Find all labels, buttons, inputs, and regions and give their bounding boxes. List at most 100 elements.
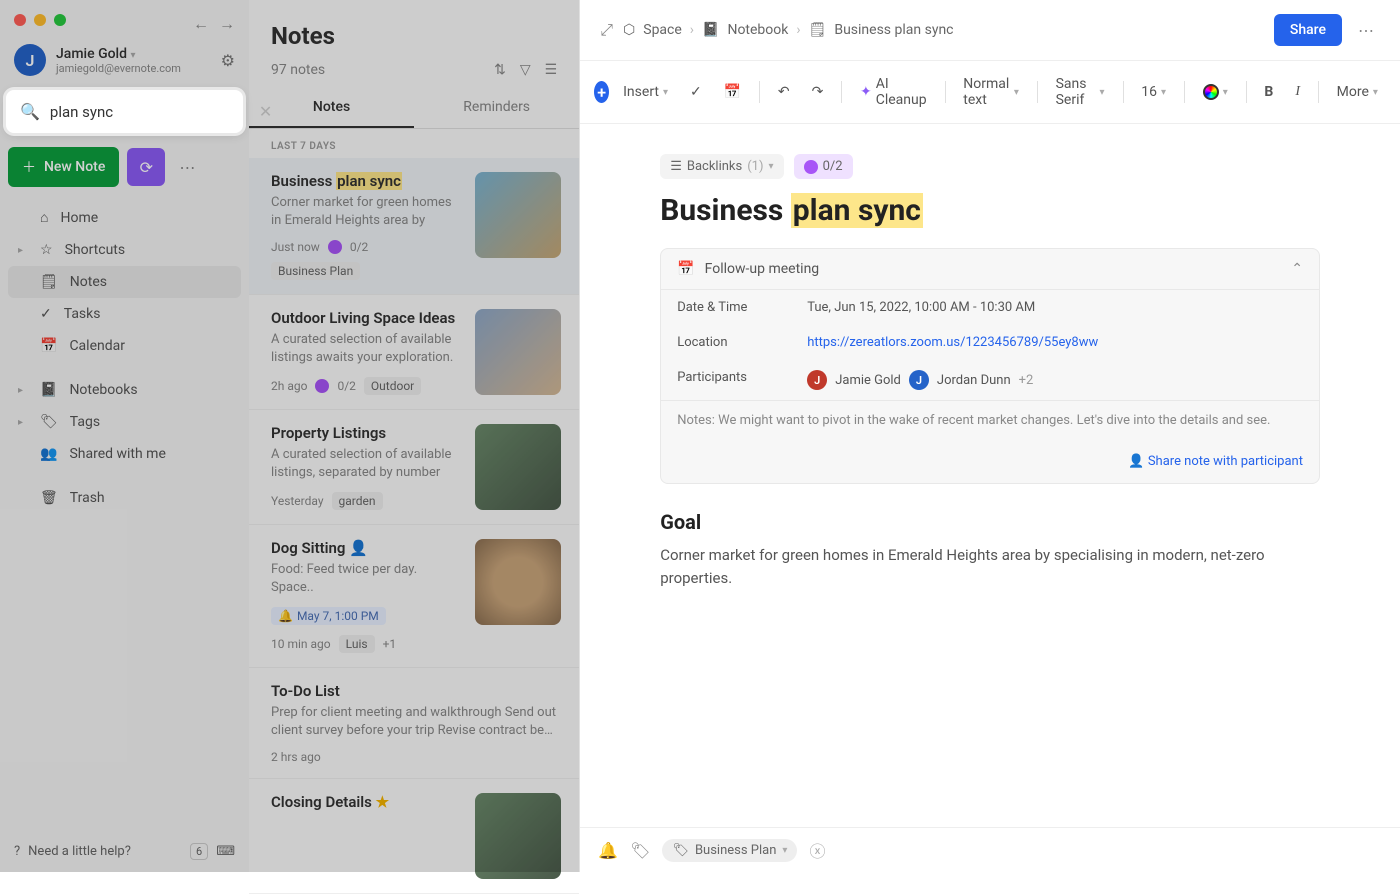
nav-tags[interactable]: ▸🏷Tags xyxy=(8,406,241,438)
note-thumbnail xyxy=(475,309,561,395)
bell-icon: 🔔 xyxy=(278,609,293,623)
maximize-window[interactable] xyxy=(54,14,66,26)
note-item[interactable]: Property Listings A curated selection of… xyxy=(249,410,579,525)
chevron-up-icon[interactable]: ⌃ xyxy=(1291,261,1303,277)
note-tag[interactable]: garden xyxy=(332,492,383,510)
sidebar: ← → J Jamie Gold ▾ jamiegold@evernote.co… xyxy=(0,0,249,872)
backlinks-pill[interactable]: ☰Backlinks(1)▾ xyxy=(660,154,783,179)
share-button[interactable]: Share xyxy=(1274,14,1342,46)
note-preview: Corner market for green homes in Emerald… xyxy=(271,194,461,230)
text-color-button[interactable]: ▾ xyxy=(1195,79,1236,105)
note-item[interactable]: Dog Sitting 👤 Food: Feed twice per day. … xyxy=(249,525,579,668)
tab-reminders[interactable]: Reminders xyxy=(414,88,579,128)
nav-shortcuts[interactable]: ▸☆Shortcuts xyxy=(8,234,241,266)
insert-plus-icon[interactable]: + xyxy=(594,81,609,103)
nav-trash[interactable]: 🗑Trash xyxy=(8,482,241,514)
note-item[interactable]: Closing Details ★ xyxy=(249,779,579,894)
participant-name: Jordan Dunn xyxy=(937,373,1011,388)
bold-button[interactable]: B xyxy=(1256,79,1281,105)
note-tag[interactable]: Business Plan xyxy=(271,262,360,280)
chevron-right-icon[interactable]: ▸ xyxy=(18,417,28,428)
undo-icon[interactable]: ↶ xyxy=(770,79,798,105)
chevron-right-icon[interactable]: ▸ xyxy=(18,385,28,396)
account-row[interactable]: J Jamie Gold ▾ jamiegold@evernote.com ⚙ xyxy=(0,34,249,86)
note-item[interactable]: Outdoor Living Space Ideas A curated sel… xyxy=(249,295,579,410)
note-item[interactable]: Business plan sync Corner market for gre… xyxy=(249,158,579,295)
note-icon: 🗒 xyxy=(40,274,58,290)
clear-search-icon[interactable]: ✕ xyxy=(259,102,272,121)
more-icon[interactable]: ⋯ xyxy=(1352,21,1380,40)
tab-notes[interactable]: Notes xyxy=(249,88,414,128)
more-icon[interactable]: ⋯ xyxy=(173,152,201,183)
link-icon: ☰ xyxy=(670,159,682,174)
nav-calendar[interactable]: 📅Calendar xyxy=(8,330,241,362)
meeting-location-link[interactable]: https://zereatlors.zoom.us/1223456789/55… xyxy=(807,335,1098,350)
font-select[interactable]: Sans Serif▾ xyxy=(1048,71,1113,113)
insert-button[interactable]: Insert▾ xyxy=(615,79,676,105)
minimize-window[interactable] xyxy=(34,14,46,26)
note-title: Outdoor Living Space Ideas xyxy=(271,309,461,327)
italic-button[interactable]: I xyxy=(1287,79,1308,105)
crumb-notebook[interactable]: Notebook xyxy=(727,22,788,38)
shared-icon: 👤 xyxy=(349,539,368,557)
calendar-icon[interactable]: 📅 xyxy=(716,79,749,105)
remove-tag-icon[interactable]: ⓧ xyxy=(809,838,825,862)
redo-icon[interactable]: ↷ xyxy=(804,79,832,105)
crumb-note[interactable]: Business plan sync xyxy=(834,22,953,38)
reminder-badge[interactable]: 🔔May 7, 1:00 PM xyxy=(271,607,386,625)
nav-tasks[interactable]: ✓Tasks xyxy=(8,298,241,330)
nav-notes[interactable]: 🗒Notes xyxy=(8,266,241,298)
sort-icon[interactable]: ⇅ xyxy=(494,62,506,78)
note-plus-icon: ＋ xyxy=(22,157,36,177)
meeting-header[interactable]: 📅 Follow-up meeting ⌃ xyxy=(661,249,1319,290)
nav-shared[interactable]: 👥Shared with me xyxy=(8,438,241,470)
sparkle-icon: ✦ xyxy=(860,84,872,100)
search-input[interactable] xyxy=(50,103,249,121)
help-bar[interactable]: ? Need a little help? 6 ⌨ xyxy=(0,831,249,872)
filter-icon[interactable]: ▽ xyxy=(520,62,531,78)
note-thumbnail xyxy=(475,539,561,625)
task-icon[interactable]: ✓ xyxy=(682,79,710,105)
chevron-right-icon[interactable]: ▸ xyxy=(18,245,28,256)
meeting-datetime-label: Date & Time xyxy=(677,300,807,315)
participant-avatar: J xyxy=(807,370,827,390)
more-formatting-button[interactable]: More▾ xyxy=(1329,79,1386,105)
nav-forward-icon[interactable]: → xyxy=(219,14,235,34)
font-size-select[interactable]: 16▾ xyxy=(1133,79,1174,105)
participants-more[interactable]: +2 xyxy=(1019,373,1034,388)
nav-home[interactable]: ⌂Home xyxy=(8,201,241,234)
reminder-icon[interactable]: 🔔 xyxy=(598,841,618,860)
space-icon: ⬡ xyxy=(623,22,635,38)
share-with-participant-link[interactable]: 👤 Share note with participant xyxy=(1128,454,1303,469)
note-item[interactable]: To-Do List Prep for client meeting and w… xyxy=(249,668,579,779)
keyboard-icon[interactable]: ⌨ xyxy=(216,844,235,859)
document-title[interactable]: Business plan sync xyxy=(660,193,1320,228)
section-heading[interactable]: Goal xyxy=(660,510,1320,534)
note-title: To-Do List xyxy=(271,682,561,700)
text-style-select[interactable]: Normal text▾ xyxy=(955,71,1027,113)
meeting-notes: Notes: We might want to pivot in the wak… xyxy=(661,400,1319,440)
ai-button[interactable]: ⟳ xyxy=(127,148,165,186)
meeting-card: 📅 Follow-up meeting ⌃ Date & TimeTue, Ju… xyxy=(660,248,1320,484)
close-window[interactable] xyxy=(14,14,26,26)
progress-pill[interactable]: 0/2 xyxy=(794,154,853,179)
editor-panel: ⤢ ⬡Space› 📓Notebook› 🗒Business plan sync… xyxy=(580,0,1400,872)
notebook-icon: 📓 xyxy=(40,382,57,398)
note-thumbnail xyxy=(475,172,561,258)
gear-icon[interactable]: ⚙ xyxy=(221,51,235,70)
nav-back-icon[interactable]: ← xyxy=(193,14,209,34)
nav-notebooks[interactable]: ▸📓Notebooks xyxy=(8,374,241,406)
expand-icon[interactable]: ⤢ xyxy=(600,20,613,40)
ai-cleanup-button[interactable]: ✦AI Cleanup xyxy=(852,71,935,113)
view-icon[interactable]: ☰ xyxy=(545,62,558,78)
section-paragraph[interactable]: Corner market for green homes in Emerald… xyxy=(660,544,1320,589)
tag-add-icon[interactable]: 🏷 xyxy=(630,841,650,860)
new-note-button[interactable]: ＋New Note xyxy=(8,147,119,187)
search-box[interactable]: 🔍 ✕ xyxy=(6,90,243,133)
account-name: Jamie Gold xyxy=(56,46,127,62)
footer-tag[interactable]: 🏷Business Plan▾ xyxy=(662,839,797,862)
crumb-space[interactable]: Space xyxy=(643,22,682,38)
check-icon xyxy=(804,160,818,174)
notelist-count: 97 notes xyxy=(271,62,325,78)
note-tag[interactable]: Outdoor xyxy=(364,377,421,395)
